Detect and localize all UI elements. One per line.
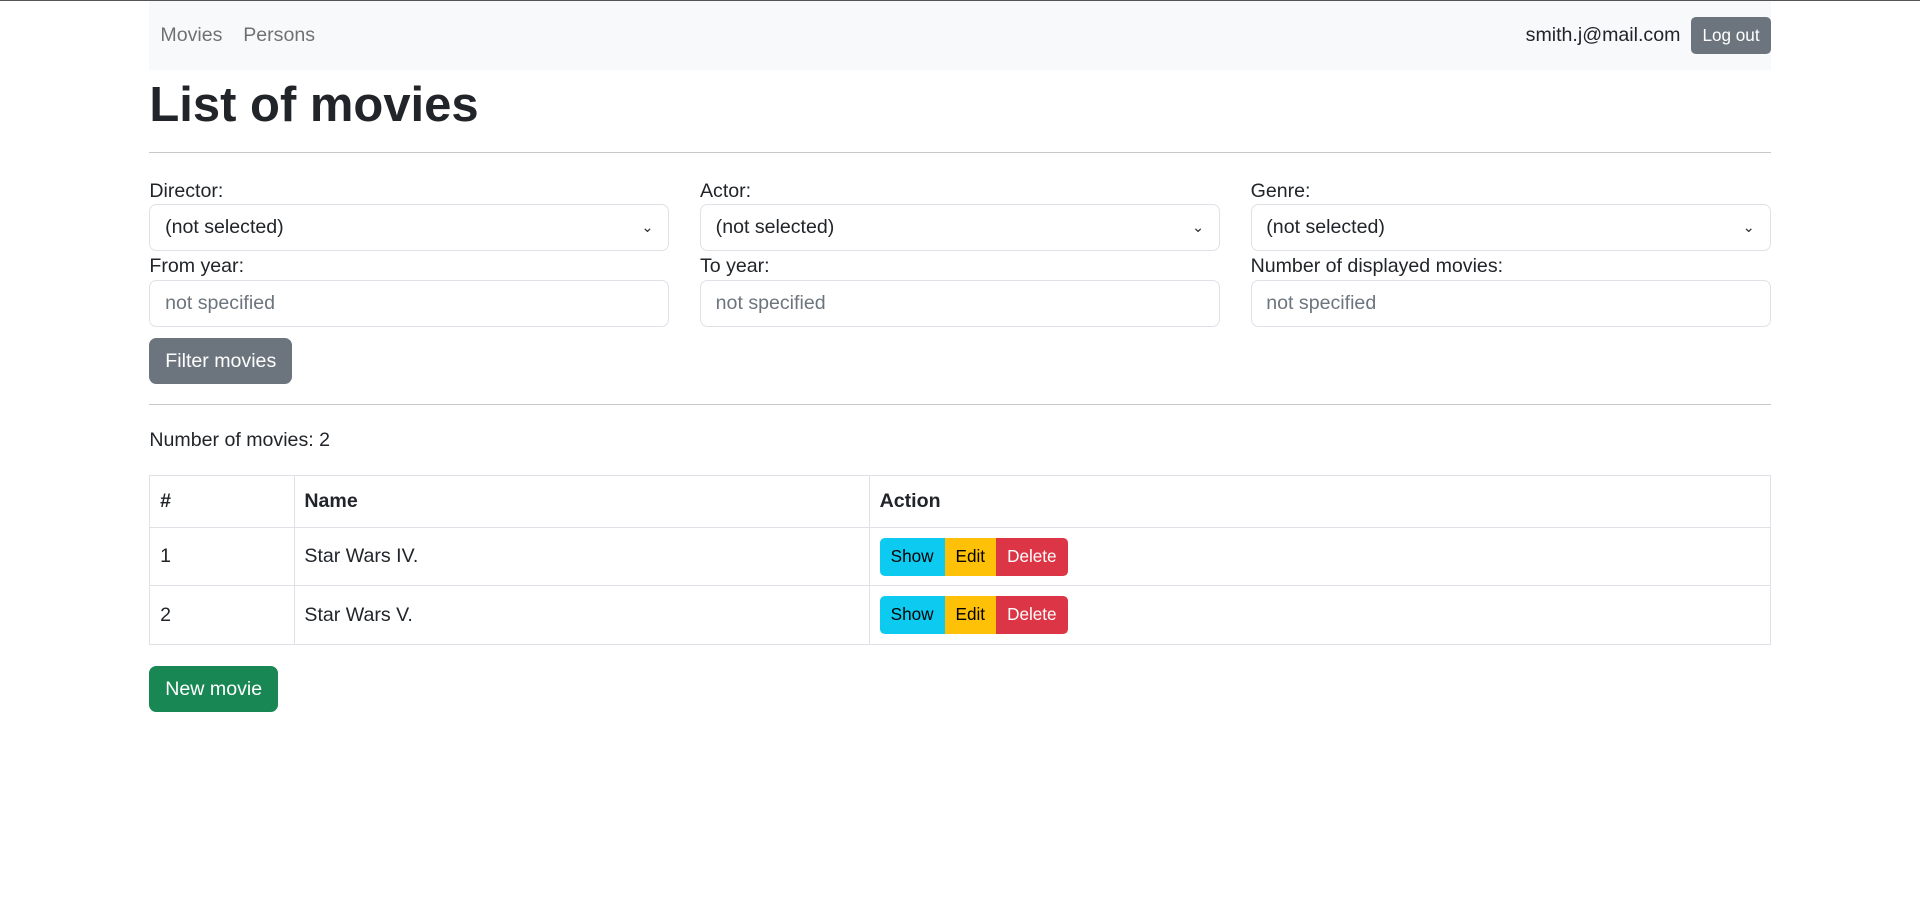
row-num: 1: [149, 526, 295, 587]
actor-label: Actor:: [699, 179, 752, 202]
director-value: (not selected): [165, 215, 284, 238]
delete-button[interactable]: Delete: [996, 596, 1068, 635]
edit-button[interactable]: Edit: [944, 537, 997, 576]
filter-form: Director: (not selected) ⌄ Actor: (not se…: [149, 179, 1771, 331]
from-year-input[interactable]: not specified: [149, 280, 670, 327]
to-year-placeholder: not specified: [715, 291, 826, 314]
table-row: 2 Star Wars V. Show Edit Delete: [149, 585, 1771, 646]
nav-movies[interactable]: Movies: [160, 24, 222, 47]
show-button[interactable]: Show: [879, 596, 945, 635]
row-name: Star Wars V.: [293, 585, 870, 646]
from-year-placeholder: not specified: [165, 291, 275, 314]
director-label: Director:: [149, 179, 224, 202]
to-year-label: To year:: [699, 255, 770, 278]
delete-button[interactable]: Delete: [996, 537, 1068, 576]
movie-count: Number of movies: 2: [149, 429, 330, 452]
genre-label: Genre:: [1250, 179, 1311, 202]
chevron-down-icon: ⌄: [1191, 219, 1205, 236]
divider: [149, 403, 1771, 405]
page-title: List of movies: [149, 78, 479, 133]
actor-value: (not selected): [715, 215, 835, 238]
logout-button[interactable]: Log out: [1691, 16, 1771, 55]
edit-button[interactable]: Edit: [944, 596, 997, 635]
new-movie-button[interactable]: New movie: [149, 665, 279, 713]
show-button[interactable]: Show: [879, 537, 945, 576]
row-num: 2: [149, 585, 295, 646]
row-name: Star Wars IV.: [293, 526, 870, 587]
actor-select[interactable]: (not selected) ⌄: [699, 204, 1220, 251]
limit-input[interactable]: not specified: [1250, 280, 1771, 327]
from-year-label: From year:: [149, 255, 245, 278]
table-header: # Name Action: [149, 474, 1771, 528]
movies-table: # Name Action 1 Star Wars IV. Show Edit De…: [149, 474, 1771, 646]
filter-movies-button[interactable]: Filter movies: [149, 337, 293, 385]
page-container: Movies Persons smith.j@mail.com Log out …: [149, 1, 1771, 713]
col-num: #: [149, 474, 295, 528]
chevron-down-icon: ⌄: [641, 219, 654, 236]
limit-placeholder: not specified: [1266, 291, 1377, 314]
director-select[interactable]: (not selected) ⌄: [149, 204, 670, 251]
col-name: Name: [293, 474, 870, 528]
genre-select[interactable]: (not selected) ⌄: [1250, 204, 1771, 251]
col-action: Action: [868, 474, 1771, 528]
to-year-input[interactable]: not specified: [699, 280, 1220, 327]
nav-persons[interactable]: Persons: [243, 24, 315, 47]
limit-label: Number of displayed movies:: [1250, 255, 1504, 278]
chevron-down-icon: ⌄: [1742, 219, 1755, 236]
user-email: smith.j@mail.com: [1525, 23, 1681, 46]
divider: [149, 151, 1771, 153]
navbar: Movies Persons smith.j@mail.com Log out: [149, 1, 1771, 70]
table-row: 1 Star Wars IV. Show Edit Delete: [149, 526, 1771, 587]
genre-value: (not selected): [1266, 215, 1385, 238]
